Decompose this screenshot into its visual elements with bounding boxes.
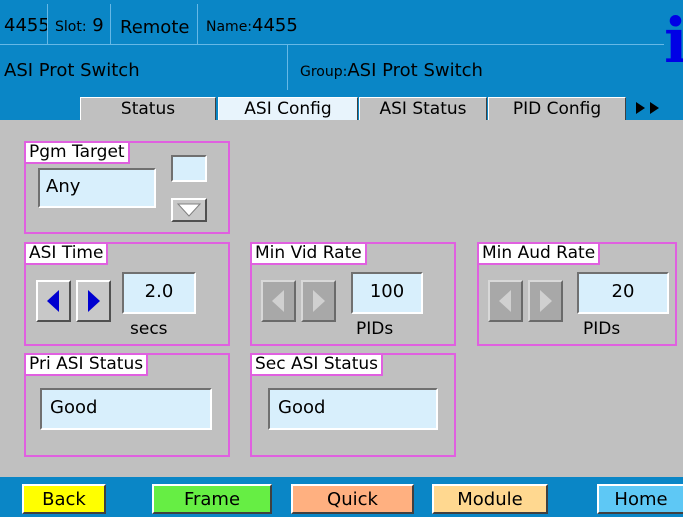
frame-button[interactable]: Frame (152, 484, 272, 514)
asi-time-group: ASI Time 2.0 secs (24, 242, 230, 346)
min-aud-rate-decrease-button[interactable] (488, 280, 523, 322)
asi-time-increase-button[interactable] (76, 280, 111, 322)
home-button[interactable]: Home (597, 484, 683, 514)
mode-cell: Remote (111, 4, 198, 44)
left-arrow-icon (47, 290, 59, 312)
slot-cell: Slot: 9 (48, 4, 111, 44)
min-aud-rate-increase-button[interactable] (528, 280, 563, 322)
pri-asi-status-legend: Pri ASI Status (26, 355, 149, 376)
min-aud-rate-unit: PIDs (583, 319, 621, 339)
pgm-target-field[interactable]: Any (38, 168, 156, 208)
right-arrow-icon (540, 290, 552, 312)
name-cell: Name:4455 (198, 4, 664, 44)
left-arrow-icon (499, 290, 511, 312)
tab-pid-config[interactable]: PID Config (488, 97, 626, 120)
name-value: 4455 (252, 15, 298, 36)
pgm-target-group: Pgm Target Any (24, 141, 230, 234)
frame-id: 4455 (0, 4, 48, 44)
info-icon[interactable]: i (664, 0, 683, 88)
tab-asi-status[interactable]: ASI Status (359, 97, 487, 120)
group-value: ASI Prot Switch (347, 60, 483, 81)
group-cell: Group:ASI Prot Switch (288, 45, 664, 90)
pri-asi-status-value: Good (40, 388, 212, 430)
asi-time-unit: secs (130, 319, 168, 339)
pgm-target-blank-field (171, 155, 207, 182)
footer-bar: Back Frame Quick Module Home (0, 477, 683, 517)
asi-time-value[interactable]: 2.0 (122, 272, 196, 314)
tab-asi-config[interactable]: ASI Config (218, 97, 358, 120)
asi-time-legend: ASI Time (26, 244, 109, 265)
slot-label: Slot: (55, 19, 87, 35)
min-vid-rate-decrease-button[interactable] (261, 280, 296, 322)
sec-asi-status-value: Good (268, 388, 438, 430)
dropdown-arrow-icon[interactable] (171, 198, 207, 222)
right-arrow-icon (88, 290, 100, 312)
pgm-target-legend: Pgm Target (26, 143, 130, 164)
tab-status[interactable]: Status (80, 97, 216, 120)
min-vid-rate-increase-button[interactable] (301, 280, 336, 322)
left-arrow-icon (272, 290, 284, 312)
name-label: Name: (206, 19, 253, 35)
card-title: ASI Prot Switch (0, 45, 288, 90)
sec-asi-status-legend: Sec ASI Status (252, 355, 384, 376)
asi-time-decrease-button[interactable] (36, 280, 71, 322)
min-vid-rate-unit: PIDs (356, 319, 394, 339)
min-aud-rate-legend: Min Aud Rate (479, 244, 601, 265)
module-button[interactable]: Module (432, 484, 548, 514)
double-right-arrow-icon[interactable] (632, 97, 678, 120)
back-button[interactable]: Back (22, 484, 106, 514)
min-aud-rate-group: Min Aud Rate 20 PIDs (477, 242, 677, 346)
group-label: Group: (300, 64, 348, 80)
header: 4455 Slot: 9 Remote Name:4455 ASI Prot S… (0, 0, 683, 97)
right-arrow-icon (313, 290, 325, 312)
min-aud-rate-value[interactable]: 20 (577, 272, 669, 314)
min-vid-rate-group: Min Vid Rate 100 PIDs (250, 242, 456, 346)
min-vid-rate-value[interactable]: 100 (351, 272, 423, 314)
min-vid-rate-legend: Min Vid Rate (252, 244, 367, 265)
slot-value: 9 (92, 15, 104, 36)
sec-asi-status-group: Sec ASI Status Good (250, 353, 456, 457)
pri-asi-status-group: Pri ASI Status Good (24, 353, 230, 457)
quick-button[interactable]: Quick (291, 484, 414, 514)
tab-bar: Status ASI Config ASI Status PID Config (0, 97, 683, 120)
